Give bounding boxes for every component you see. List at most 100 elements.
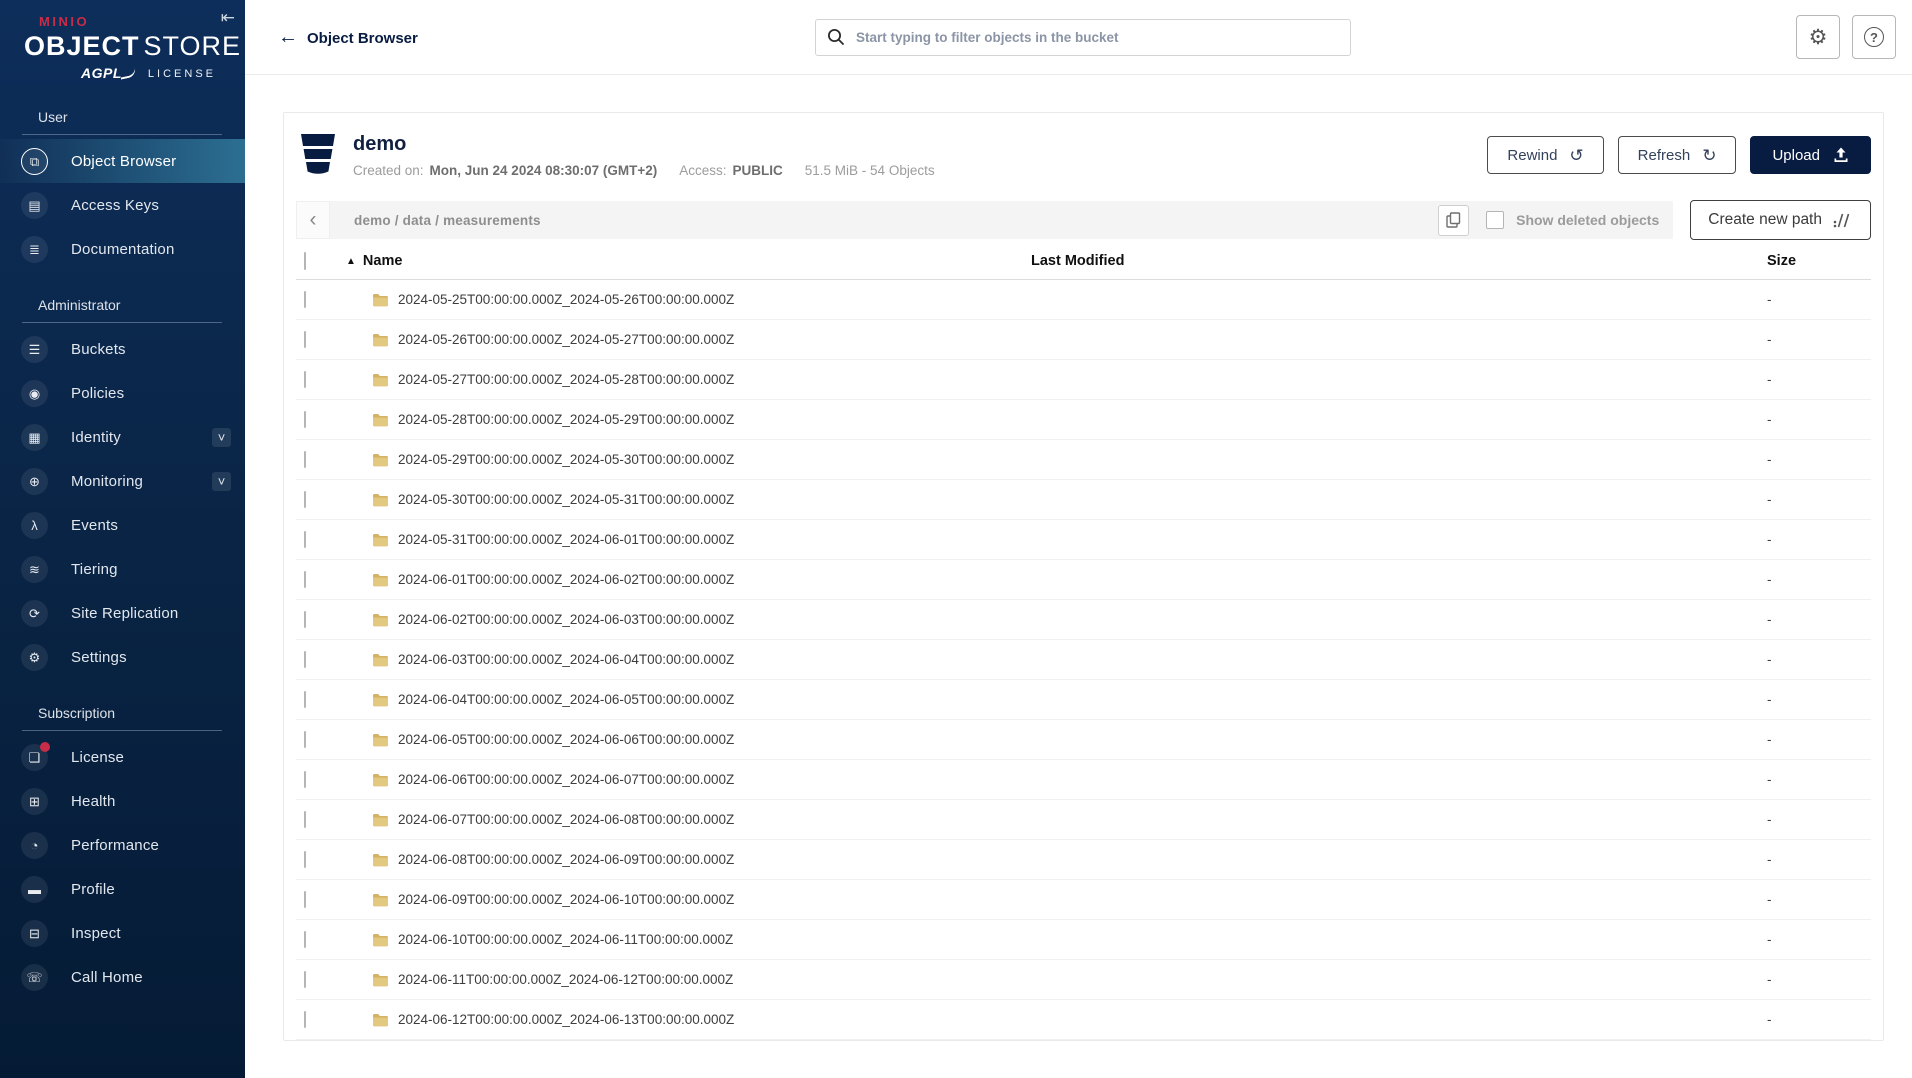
help-button[interactable]: ? xyxy=(1852,15,1896,59)
table-row[interactable]: 2024-06-06T00:00:00.000Z_2024-06-07T00:0… xyxy=(296,760,1871,800)
row-checkbox[interactable] xyxy=(304,571,306,588)
column-header-size: Size xyxy=(1767,253,1797,269)
sidebar-item-health[interactable]: ⊞ Health ˅ xyxy=(0,779,245,823)
objects-table: ▲ Name Last Modified Size 2024-05-25T00:… xyxy=(296,243,1871,1040)
create-new-path-button[interactable]: Create new path xyxy=(1690,200,1871,240)
row-checkbox[interactable] xyxy=(304,1011,306,1028)
refresh-button[interactable]: Refresh ↻ xyxy=(1617,136,1737,174)
table-row[interactable]: 2024-06-02T00:00:00.000Z_2024-06-03T00:0… xyxy=(296,600,1871,640)
object-name[interactable]: 2024-06-08T00:00:00.000Z_2024-06-09T00:0… xyxy=(398,852,734,867)
table-row[interactable]: 2024-05-31T00:00:00.000Z_2024-06-01T00:0… xyxy=(296,520,1871,560)
row-checkbox[interactable] xyxy=(304,411,306,428)
table-row[interactable]: 2024-05-30T00:00:00.000Z_2024-05-31T00:0… xyxy=(296,480,1871,520)
select-all-checkbox[interactable] xyxy=(304,252,306,270)
object-name[interactable]: 2024-06-09T00:00:00.000Z_2024-06-10T00:0… xyxy=(398,892,734,907)
object-name[interactable]: 2024-06-04T00:00:00.000Z_2024-06-05T00:0… xyxy=(398,692,734,707)
sidebar-item-identity[interactable]: ▦ Identity ˅ xyxy=(0,415,245,459)
inspect-icon: ⊟ xyxy=(21,919,48,947)
search-input[interactable] xyxy=(815,19,1351,56)
object-name[interactable]: 2024-05-30T00:00:00.000Z_2024-05-31T00:0… xyxy=(398,492,734,507)
column-header-name[interactable]: ▲ Name xyxy=(346,253,1031,269)
row-checkbox[interactable] xyxy=(304,611,306,628)
row-checkbox[interactable] xyxy=(304,931,306,948)
table-row[interactable]: 2024-06-01T00:00:00.000Z_2024-06-02T00:0… xyxy=(296,560,1871,600)
row-checkbox[interactable] xyxy=(304,731,306,748)
sidebar-item-call-home[interactable]: ☏ Call Home ˅ xyxy=(0,955,245,999)
object-name[interactable]: 2024-06-05T00:00:00.000Z_2024-06-06T00:0… xyxy=(398,732,734,747)
object-name[interactable]: 2024-06-02T00:00:00.000Z_2024-06-03T00:0… xyxy=(398,612,734,627)
sidebar-item-object-browser[interactable]: ⧉ Object Browser ˅ xyxy=(0,139,245,183)
sidebar-item-documentation[interactable]: ≣ Documentation ˅ xyxy=(0,227,245,271)
agpl-badge: AGPL xyxy=(81,65,137,83)
object-name[interactable]: 2024-06-10T00:00:00.000Z_2024-06-11T00:0… xyxy=(398,932,733,947)
table-row[interactable]: 2024-06-05T00:00:00.000Z_2024-06-06T00:0… xyxy=(296,720,1871,760)
row-checkbox[interactable] xyxy=(304,331,306,348)
table-row[interactable]: 2024-06-10T00:00:00.000Z_2024-06-11T00:0… xyxy=(296,920,1871,960)
table-row[interactable]: 2024-06-09T00:00:00.000Z_2024-06-10T00:0… xyxy=(296,880,1871,920)
row-checkbox[interactable] xyxy=(304,851,306,868)
table-row[interactable]: 2024-05-29T00:00:00.000Z_2024-05-30T00:0… xyxy=(296,440,1871,480)
object-name[interactable]: 2024-06-11T00:00:00.000Z_2024-06-12T00:0… xyxy=(398,972,733,987)
row-checkbox[interactable] xyxy=(304,971,306,988)
rewind-button[interactable]: Rewind ↺ xyxy=(1487,136,1604,174)
back-arrow-icon[interactable]: ← xyxy=(278,26,298,49)
sidebar-item-tiering[interactable]: ≋ Tiering ˅ xyxy=(0,547,245,591)
row-checkbox[interactable] xyxy=(304,371,306,388)
sidebar-divider xyxy=(22,322,222,323)
table-row[interactable]: 2024-06-03T00:00:00.000Z_2024-06-04T00:0… xyxy=(296,640,1871,680)
object-name[interactable]: 2024-06-06T00:00:00.000Z_2024-06-07T00:0… xyxy=(398,772,734,787)
collapse-sidebar-icon[interactable]: ⇤ xyxy=(221,8,235,28)
breadcrumb-back-button[interactable]: ‹ xyxy=(296,201,330,239)
sidebar-item-events[interactable]: λ Events ˅ xyxy=(0,503,245,547)
table-row[interactable]: 2024-06-12T00:00:00.000Z_2024-06-13T00:0… xyxy=(296,1000,1871,1040)
settings-button[interactable]: ⚙ xyxy=(1796,15,1840,59)
object-name[interactable]: 2024-06-07T00:00:00.000Z_2024-06-08T00:0… xyxy=(398,812,734,827)
upload-button[interactable]: Upload xyxy=(1750,136,1871,174)
identity-icon: ▦ xyxy=(21,423,48,451)
object-name[interactable]: 2024-05-28T00:00:00.000Z_2024-05-29T00:0… xyxy=(398,412,734,427)
show-deleted-checkbox[interactable] xyxy=(1486,211,1505,229)
chevron-down-icon[interactable]: ˅ xyxy=(212,471,231,491)
table-row[interactable]: 2024-05-28T00:00:00.000Z_2024-05-29T00:0… xyxy=(296,400,1871,440)
sidebar-item-inspect[interactable]: ⊟ Inspect ˅ xyxy=(0,911,245,955)
object-name[interactable]: 2024-05-31T00:00:00.000Z_2024-06-01T00:0… xyxy=(398,532,734,547)
sidebar-item-profile[interactable]: ▬ Profile ˅ xyxy=(0,867,245,911)
table-row[interactable]: 2024-06-04T00:00:00.000Z_2024-06-05T00:0… xyxy=(296,680,1871,720)
row-checkbox[interactable] xyxy=(304,291,306,308)
object-name[interactable]: 2024-05-25T00:00:00.000Z_2024-05-26T00:0… xyxy=(398,292,734,307)
object-name[interactable]: 2024-05-29T00:00:00.000Z_2024-05-30T00:0… xyxy=(398,452,734,467)
table-row[interactable]: 2024-06-08T00:00:00.000Z_2024-06-09T00:0… xyxy=(296,840,1871,880)
copy-path-button[interactable] xyxy=(1438,204,1470,236)
table-row[interactable]: 2024-06-07T00:00:00.000Z_2024-06-08T00:0… xyxy=(296,800,1871,840)
object-name[interactable]: 2024-06-12T00:00:00.000Z_2024-06-13T00:0… xyxy=(398,1012,734,1027)
sidebar-item-label: Object Browser xyxy=(71,152,177,170)
object-name[interactable]: 2024-05-26T00:00:00.000Z_2024-05-27T00:0… xyxy=(398,332,734,347)
access-value: PUBLIC xyxy=(732,162,783,178)
row-checkbox[interactable] xyxy=(304,451,306,468)
table-row[interactable]: 2024-05-27T00:00:00.000Z_2024-05-28T00:0… xyxy=(296,360,1871,400)
sidebar-item-policies[interactable]: ◉ Policies ˅ xyxy=(0,371,245,415)
sidebar-item-license[interactable]: ❏ License ˅ xyxy=(0,735,245,779)
row-checkbox[interactable] xyxy=(304,771,306,788)
row-checkbox[interactable] xyxy=(304,691,306,708)
sidebar-item-site-replication[interactable]: ⟳ Site Replication ˅ xyxy=(0,591,245,635)
sidebar-item-label: Policies xyxy=(71,384,125,402)
sidebar-item-buckets[interactable]: ☰ Buckets ˅ xyxy=(0,327,245,371)
object-name[interactable]: 2024-06-01T00:00:00.000Z_2024-06-02T00:0… xyxy=(398,572,734,587)
row-checkbox[interactable] xyxy=(304,811,306,828)
object-name[interactable]: 2024-06-03T00:00:00.000Z_2024-06-04T00:0… xyxy=(398,652,734,667)
row-checkbox[interactable] xyxy=(304,891,306,908)
monitoring-icon: ⊕ xyxy=(21,467,48,495)
row-checkbox[interactable] xyxy=(304,531,306,548)
sidebar-item-performance[interactable]: ◔ Performance ˅ xyxy=(0,823,245,867)
chevron-down-icon[interactable]: ˅ xyxy=(212,427,231,447)
table-row[interactable]: 2024-06-11T00:00:00.000Z_2024-06-12T00:0… xyxy=(296,960,1871,1000)
row-checkbox[interactable] xyxy=(304,491,306,508)
row-checkbox[interactable] xyxy=(304,651,306,668)
object-name[interactable]: 2024-05-27T00:00:00.000Z_2024-05-28T00:0… xyxy=(398,372,734,387)
sidebar-item-access-keys[interactable]: ▤ Access Keys ˅ xyxy=(0,183,245,227)
sidebar-item-monitoring[interactable]: ⊕ Monitoring ˅ xyxy=(0,459,245,503)
table-row[interactable]: 2024-05-25T00:00:00.000Z_2024-05-26T00:0… xyxy=(296,280,1871,320)
sidebar-item-settings[interactable]: ⚙ Settings ˅ xyxy=(0,635,245,679)
table-row[interactable]: 2024-05-26T00:00:00.000Z_2024-05-27T00:0… xyxy=(296,320,1871,360)
